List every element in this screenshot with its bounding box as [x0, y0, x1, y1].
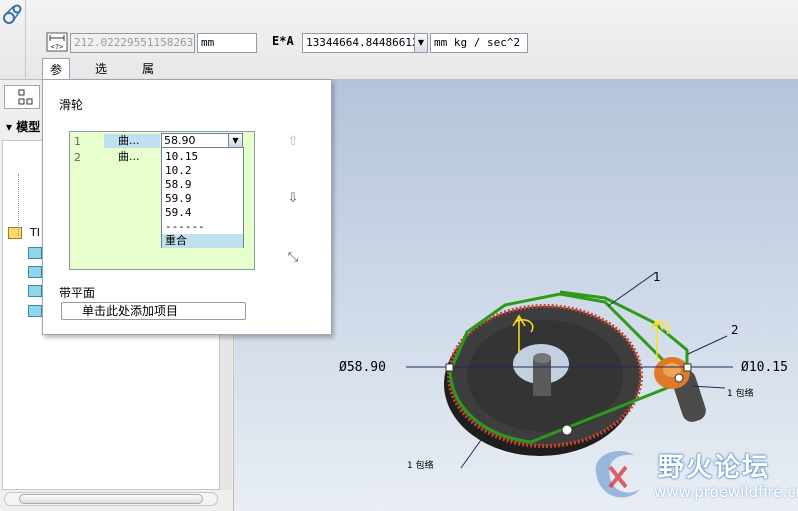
watermark-url: www.proewildfire.cn — [654, 483, 798, 501]
tree-root-label[interactable]: TI — [30, 226, 40, 239]
chevron-down-icon: ▼ — [417, 38, 425, 47]
belt-plane-label: 带平面 — [59, 286, 96, 300]
drag-handle[interactable] — [683, 363, 692, 372]
forum-logo-icon — [595, 451, 640, 498]
row-index: 2 — [74, 151, 81, 164]
tab-references[interactable]: 参照 — [42, 58, 71, 94]
drag-handle[interactable] — [445, 363, 454, 372]
direction-arrow-icon[interactable] — [650, 318, 670, 360]
assembly-icon — [8, 227, 22, 239]
dropdown-option[interactable]: 59.9 — [162, 192, 243, 206]
svg-text:<?>: <?> — [51, 43, 64, 51]
model-tree-header[interactable]: ▾ 模型 — [6, 118, 40, 135]
part-icon[interactable] — [28, 285, 42, 297]
expand-arrow-icon[interactable]: ▾ — [6, 120, 12, 134]
dropdown-option[interactable]: 58.9 — [162, 178, 243, 192]
dimension-large-diameter[interactable]: Ø58.90 — [339, 360, 386, 375]
dropdown-option-coincident[interactable]: 重合 — [162, 234, 243, 248]
scrollbar-thumb[interactable] — [19, 494, 203, 504]
dropdown-option[interactable]: 10.15 — [162, 150, 243, 164]
emu-dropdown-button[interactable]: ▼ — [414, 33, 428, 53]
tree-icon — [18, 89, 33, 105]
horizontal-scrollbar[interactable] — [4, 492, 218, 506]
move-down-button[interactable]: ⇩ — [284, 190, 302, 208]
part-icon[interactable] — [28, 305, 42, 317]
references-panel: 滑轮 1 曲... 58.90 ▼ 2 曲... 10.15 10.2 58.9… — [42, 79, 332, 335]
drag-handle[interactable] — [674, 373, 684, 383]
wrap-label-1: 1 包络 — [407, 459, 434, 471]
dropdown-separator: ------ — [165, 220, 205, 233]
callout-2: 2 — [731, 323, 739, 337]
belt-emu-unit: mm kg / sec^2 — [430, 33, 528, 53]
flip-diagonal-icon: ⤡ — [287, 250, 299, 265]
arrow-down-icon: ⇩ — [287, 191, 299, 206]
pulley-collector[interactable]: 1 曲... 58.90 ▼ 2 曲... 10.15 10.2 58.9 59… — [69, 131, 255, 270]
part-icon[interactable] — [28, 266, 42, 278]
belt-length-input[interactable]: 212.02229551158263 — [70, 33, 195, 53]
arrow-up-icon: ⇧ — [287, 134, 299, 149]
dropdown-option[interactable]: 59.4 — [162, 206, 243, 220]
add-item-collector[interactable]: 单击此处添加项目 — [61, 302, 246, 320]
part-icon[interactable] — [28, 247, 42, 259]
drag-handle[interactable] — [561, 424, 573, 436]
tab-options[interactable]: 选项 — [88, 58, 114, 93]
belt-tool-icon — [3, 4, 22, 24]
emu-label: E*A — [272, 34, 294, 48]
toolbar-divider — [25, 0, 26, 80]
pulley-row-1-name[interactable]: 曲... — [104, 134, 160, 148]
wrap-label-2: 1 包络 — [727, 387, 754, 399]
belt-length-icon: <?> — [46, 32, 68, 52]
tab-properties[interactable]: 属性 — [135, 58, 161, 93]
dashboard: <?> 212.02229551158263 mm E*A 13344664.8… — [0, 0, 798, 94]
chevron-down-icon: ▼ — [232, 136, 239, 145]
pulleys-section-label: 滑轮 — [59, 98, 84, 112]
diameter-dropdown-list[interactable]: 10.15 10.2 58.9 59.9 59.4 ------ 重合 — [161, 147, 244, 248]
dropdown-option[interactable]: 10.2 — [162, 164, 243, 178]
move-up-button[interactable]: ⇧ — [284, 133, 302, 151]
belt-length-unit: mm — [197, 33, 257, 53]
callout-1: 1 — [653, 270, 661, 284]
pulley-row-1-dropdown[interactable]: ▼ — [228, 133, 243, 148]
tree-connector — [18, 174, 19, 236]
row-index: 1 — [74, 135, 81, 148]
flip-button[interactable]: ⤡ — [284, 249, 302, 267]
forum-watermark: 野火论坛 www.proewildfire.cn — [588, 443, 798, 511]
belt-emu-input[interactable]: 13344664.844866125 — [302, 33, 415, 53]
pulley-row-2-name[interactable]: 曲... — [104, 150, 160, 164]
model-tree-tab[interactable] — [4, 85, 40, 109]
watermark-title: 野火论坛 — [658, 453, 771, 483]
dimension-small-diameter[interactable]: Ø10.15 — [741, 360, 788, 375]
